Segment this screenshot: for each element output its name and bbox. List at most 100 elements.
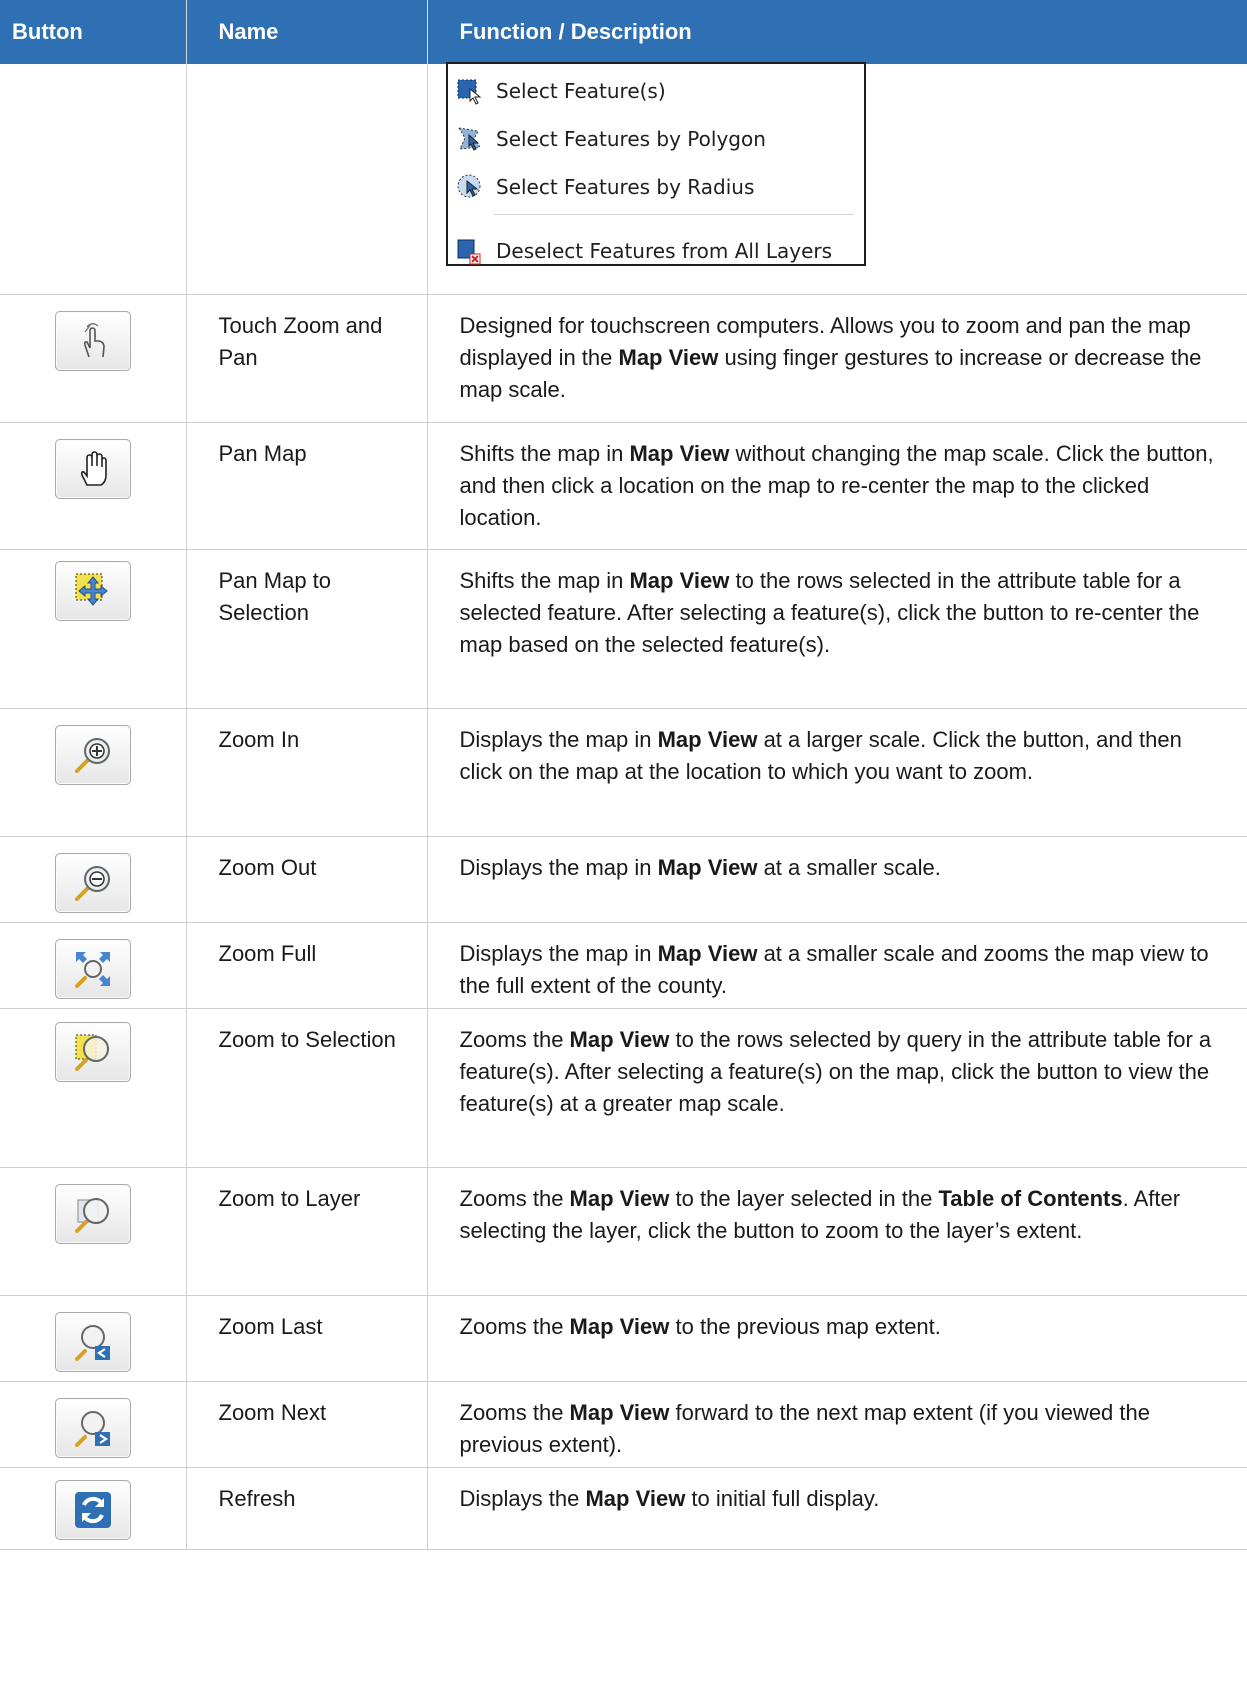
description-text: Displays the map in <box>459 940 658 966</box>
button-name: Zoom to Selection <box>186 1008 428 1168</box>
bold-term: Map View <box>657 940 758 966</box>
button-name: Pan Map <box>186 422 428 550</box>
bold-term: Map View <box>618 344 719 370</box>
name-cell <box>186 64 428 295</box>
menu-item-deselect-all[interactable]: Deselect Features from All Layers <box>456 234 832 268</box>
header-name: Name <box>186 0 428 64</box>
zoom-last-button[interactable] <box>54 1311 131 1372</box>
bold-term: Map View <box>585 1485 686 1511</box>
button-description: Zooms the Map View to the rows selected … <box>427 1008 1247 1168</box>
description-text: Displays the map in <box>459 726 658 752</box>
zoom-out-icon <box>74 865 110 901</box>
button-description: Displays the Map View to initial full di… <box>427 1467 1247 1550</box>
zoom-to-layer-icon <box>74 1197 109 1233</box>
zoom-last-icon <box>74 1324 110 1361</box>
menu-item-select-features[interactable]: Select Feature(s) <box>456 74 666 108</box>
description-text: Displays the <box>459 1485 586 1511</box>
button-name: Pan Map to Selection <box>186 549 428 709</box>
table-row-zoom-to-layer: Zoom to Layer Zooms the Map View to the l… <box>0 1167 1247 1296</box>
table-row-zoom-next: Zoom Next Zooms the Map View forward to t… <box>0 1381 1247 1468</box>
pan-map-to-selection-button[interactable] <box>54 560 131 621</box>
zoom-full-button[interactable] <box>54 938 131 999</box>
refresh-button[interactable] <box>54 1479 131 1540</box>
description-text: Zooms the <box>459 1185 570 1211</box>
zoom-to-selection-button[interactable] <box>54 1021 131 1082</box>
button-cell <box>0 1467 187 1550</box>
zoom-full-icon <box>74 951 110 988</box>
zoom-to-layer-button[interactable] <box>54 1183 131 1244</box>
touch-gesture-icon <box>83 322 105 357</box>
zoom-to-selection-icon <box>74 1034 109 1071</box>
touch-zoom-and-pan-button[interactable] <box>54 310 131 371</box>
table-row-touch-zoom-and-pan: Touch Zoom and Pan Designed for touchscre… <box>0 294 1247 423</box>
bold-term: Map View <box>569 1313 670 1339</box>
button-description: Displays the map in Map View at a smalle… <box>427 922 1247 1009</box>
header-button: Button <box>0 0 187 64</box>
button-name: Zoom Next <box>186 1381 428 1468</box>
bold-term: Map View <box>569 1399 670 1425</box>
button-description: Shifts the map in Map View to the rows s… <box>427 549 1247 709</box>
description-text: Zooms the <box>459 1399 570 1425</box>
table-row-pan-map-to-selection: Pan Map to Selection Shifts the map in Ma… <box>0 549 1247 709</box>
select-radius-icon <box>457 174 481 198</box>
button-description: Zooms the Map View to the layer selected… <box>427 1167 1247 1296</box>
button-cell <box>0 294 187 423</box>
zoom-out-button[interactable] <box>54 852 131 913</box>
description-text: Displays the map in <box>459 854 658 880</box>
menu-item-select-by-polygon[interactable]: Select Features by Polygon <box>456 122 766 156</box>
description-text: to the previous map extent. <box>669 1313 941 1339</box>
table-row-zoom-in: Zoom In Displays the map in Map View at a… <box>0 708 1247 837</box>
bold-term: Map View <box>657 854 758 880</box>
button-cell <box>0 64 187 295</box>
bold-term: Map View <box>657 726 758 752</box>
menu-item-select-by-radius[interactable]: Select Features by Radius <box>456 170 754 204</box>
button-name: Zoom Out <box>186 836 428 923</box>
button-cell <box>0 1381 187 1468</box>
pan-to-selection-icon <box>75 573 108 606</box>
bold-term: Map View <box>629 567 730 593</box>
button-cell <box>0 549 187 709</box>
deselect-all-icon <box>457 239 481 265</box>
button-cell <box>0 836 187 923</box>
button-description: Displays the map in Map View at a larger… <box>427 708 1247 837</box>
zoom-in-icon <box>74 737 110 773</box>
bold-term: Table of Contents <box>938 1185 1123 1211</box>
select-features-menu: Select Feature(s) Select Features by Pol… <box>446 62 866 266</box>
bold-term: Map View <box>629 440 730 466</box>
button-cell <box>0 422 187 550</box>
button-cell <box>0 1167 187 1296</box>
description-text: Shifts the map in <box>459 567 630 593</box>
description-text: Zooms the <box>459 1313 570 1339</box>
refresh-icon <box>74 1491 111 1528</box>
button-cell <box>0 708 187 837</box>
select-feature-icon <box>457 79 482 105</box>
table-row-zoom-full: Zoom Full Displays the map in Map View at… <box>0 922 1247 1009</box>
button-cell <box>0 922 187 1009</box>
button-description: Zooms the Map View forward to the next m… <box>427 1381 1247 1468</box>
button-description: Designed for touchscreen computers. Allo… <box>427 294 1247 423</box>
button-description: Zooms the Map View to the previous map e… <box>427 1295 1247 1382</box>
button-name: Zoom Last <box>186 1295 428 1382</box>
bold-term: Map View <box>569 1185 670 1211</box>
description-text: Shifts the map in <box>459 440 630 466</box>
button-description: Displays the map in Map View at a smalle… <box>427 836 1247 923</box>
table-row-zoom-to-selection: Zoom to Selection Zooms the Map View to t… <box>0 1008 1247 1168</box>
button-name: Refresh <box>186 1467 428 1550</box>
table-row-refresh: Refresh Displays the Map View to initial … <box>0 1467 1247 1550</box>
button-name: Zoom In <box>186 708 428 837</box>
description-text: to initial full display. <box>685 1485 880 1511</box>
button-name: Zoom Full <box>186 922 428 1009</box>
zoom-in-button[interactable] <box>54 724 131 785</box>
description-text: at a smaller scale. <box>757 854 941 880</box>
bold-term: Map View <box>569 1026 670 1052</box>
zoom-next-button[interactable] <box>54 1397 131 1458</box>
zoom-next-icon <box>74 1410 110 1447</box>
table-row-pan-map: Pan Map Shifts the map in Map View withou… <box>0 422 1247 550</box>
description-text: to the layer selected in the <box>669 1185 939 1211</box>
table-row-zoom-last: Zoom Last Zooms the Map View to the previ… <box>0 1295 1247 1382</box>
button-description: Shifts the map in Map View without chang… <box>427 422 1247 550</box>
button-name: Zoom to Layer <box>186 1167 428 1296</box>
pan-map-button[interactable] <box>54 438 131 499</box>
menu-separator <box>494 214 854 215</box>
button-cell <box>0 1295 187 1382</box>
